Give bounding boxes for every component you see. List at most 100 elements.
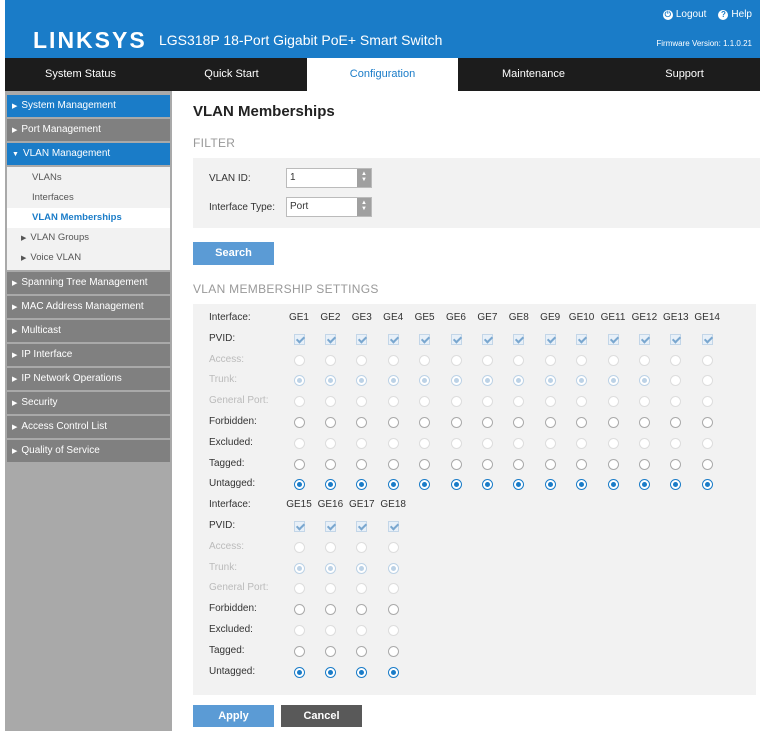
forbidden-radio[interactable] — [638, 417, 650, 428]
sidebar-item-vlan-management[interactable]: ▼ VLAN Management — [7, 143, 170, 165]
tagged-radio[interactable] — [324, 458, 336, 470]
sidebar-item-port-management[interactable]: ▶ Port Management — [7, 119, 170, 141]
tab-system-status[interactable]: System Status — [5, 58, 156, 91]
sidebar-item-system-management[interactable]: ▶ System Management — [7, 95, 170, 117]
tagged-radio[interactable] — [450, 458, 462, 470]
tab-maintenance[interactable]: Maintenance — [458, 58, 609, 91]
tagged-radio[interactable] — [544, 458, 556, 470]
tagged-radio[interactable] — [481, 458, 493, 470]
sidebar-item-access-control-list[interactable]: ▶ Access Control List — [7, 416, 170, 438]
radio-cell — [474, 392, 500, 409]
untagged-radio[interactable] — [607, 479, 619, 491]
search-button[interactable]: Search — [193, 242, 274, 265]
forbidden-radio[interactable] — [387, 604, 399, 616]
untagged-radio[interactable] — [576, 479, 588, 491]
untagged-radio[interactable] — [638, 479, 650, 491]
sidebar-item-quality-of-service[interactable]: ▶ Quality of Service — [7, 440, 170, 462]
interface-type-select[interactable]: Port ▲ ▼ — [286, 197, 372, 217]
untagged-radio[interactable] — [544, 479, 556, 491]
tab-quick-start[interactable]: Quick Start — [156, 58, 307, 91]
help-link[interactable]: ? Help — [718, 9, 752, 20]
forbidden-radio[interactable] — [324, 417, 336, 428]
radio-cell — [380, 621, 406, 638]
tagged-radio[interactable] — [607, 458, 619, 470]
tab-support[interactable]: Support — [609, 58, 760, 91]
membership-row: Excluded: — [193, 619, 756, 640]
forbidden-radio[interactable] — [293, 417, 305, 428]
filter-section-title: FILTER — [193, 136, 236, 150]
untagged-radio[interactable] — [324, 666, 336, 678]
tagged-radio[interactable] — [356, 645, 368, 657]
untagged-radio[interactable] — [670, 479, 682, 491]
forbidden-radio[interactable] — [670, 417, 682, 428]
untagged-radio[interactable] — [293, 666, 305, 678]
untagged-radio[interactable] — [513, 479, 525, 491]
sidebar-item-label: MAC Address Management — [21, 301, 144, 312]
tagged-radio[interactable] — [293, 645, 305, 657]
sidebar-subitem-vlans[interactable]: VLANs — [7, 168, 170, 188]
main-content: VLAN Memberships FILTER VLAN ID: 1 ▲ ▼ In… — [193, 91, 760, 731]
radio-cell — [317, 538, 343, 555]
cancel-button[interactable]: Cancel — [281, 705, 362, 727]
tagged-radio[interactable] — [670, 458, 682, 470]
tagged-radio[interactable] — [387, 458, 399, 470]
sidebar-item-ip-interface[interactable]: ▶ IP Interface — [7, 344, 170, 366]
forbidden-radio[interactable] — [544, 417, 556, 428]
sidebar-subitem-interfaces[interactable]: Interfaces — [7, 188, 170, 208]
radio-cell — [443, 392, 469, 409]
untagged-radio[interactable] — [356, 479, 368, 491]
forbidden-radio[interactable] — [356, 417, 368, 428]
sidebar-item-multicast[interactable]: ▶ Multicast — [7, 320, 170, 342]
pvid-cell — [286, 330, 312, 347]
radio-cell — [663, 392, 689, 409]
access-radio — [450, 354, 462, 366]
forbidden-radio[interactable] — [607, 417, 619, 428]
untagged-radio[interactable] — [450, 479, 462, 491]
radio-cell — [380, 663, 406, 680]
tagged-radio[interactable] — [387, 645, 399, 657]
forbidden-radio[interactable] — [324, 604, 336, 616]
sidebar-item-spanning-tree-management[interactable]: ▶ Spanning Tree Management — [7, 272, 170, 294]
radio-cell — [349, 413, 375, 430]
sidebar-item-mac-address-management[interactable]: ▶ MAC Address Management — [7, 296, 170, 318]
radio-cell — [600, 392, 626, 409]
sidebar-item-security[interactable]: ▶ Security — [7, 392, 170, 414]
vlan-id-spinner[interactable]: 1 ▲ ▼ — [286, 168, 372, 188]
forbidden-radio[interactable] — [576, 417, 588, 428]
forbidden-radio[interactable] — [356, 604, 368, 616]
forbidden-radio[interactable] — [513, 417, 525, 428]
forbidden-radio[interactable] — [419, 417, 431, 428]
untagged-radio[interactable] — [324, 479, 336, 491]
tagged-radio[interactable] — [513, 458, 525, 470]
untagged-radio[interactable] — [701, 479, 713, 491]
forbidden-radio[interactable] — [481, 417, 493, 428]
forbidden-radio[interactable] — [450, 417, 462, 428]
untagged-radio[interactable] — [481, 479, 493, 491]
forbidden-radio[interactable] — [701, 417, 713, 428]
logout-link[interactable]: ⏻ Logout — [662, 9, 706, 20]
untagged-radio[interactable] — [387, 479, 399, 491]
tagged-radio[interactable] — [701, 458, 713, 470]
select-arrows-icon[interactable]: ▲ ▼ — [357, 198, 371, 216]
forbidden-radio[interactable] — [293, 604, 305, 616]
interface-type-value: Port — [290, 201, 309, 212]
spinner-arrows-icon[interactable]: ▲ ▼ — [357, 169, 371, 187]
untagged-radio[interactable] — [419, 479, 431, 491]
sidebar-item-ip-network-operations[interactable]: ▶ IP Network Operations — [7, 368, 170, 390]
tagged-radio[interactable] — [356, 458, 368, 470]
tab-configuration[interactable]: Configuration — [307, 58, 458, 91]
tagged-radio[interactable] — [638, 458, 650, 470]
sidebar-subitem-vlan-memberships[interactable]: VLAN Memberships — [7, 208, 170, 228]
tagged-radio[interactable] — [293, 458, 305, 470]
untagged-radio[interactable] — [293, 479, 305, 491]
apply-button[interactable]: Apply — [193, 705, 274, 727]
sidebar-subitem-vlan-groups[interactable]: ▶ VLAN Groups — [7, 228, 170, 248]
tagged-radio[interactable] — [324, 645, 336, 657]
tagged-radio[interactable] — [419, 458, 431, 470]
untagged-radio[interactable] — [387, 666, 399, 678]
untagged-radio[interactable] — [356, 666, 368, 678]
forbidden-radio[interactable] — [387, 417, 399, 428]
sidebar-subitem-voice-vlan[interactable]: ▶ Voice VLAN — [7, 248, 170, 268]
filter-panel: VLAN ID: 1 ▲ ▼ Interface Type: Port ▲ ▼ — [193, 158, 760, 228]
tagged-radio[interactable] — [576, 458, 588, 470]
